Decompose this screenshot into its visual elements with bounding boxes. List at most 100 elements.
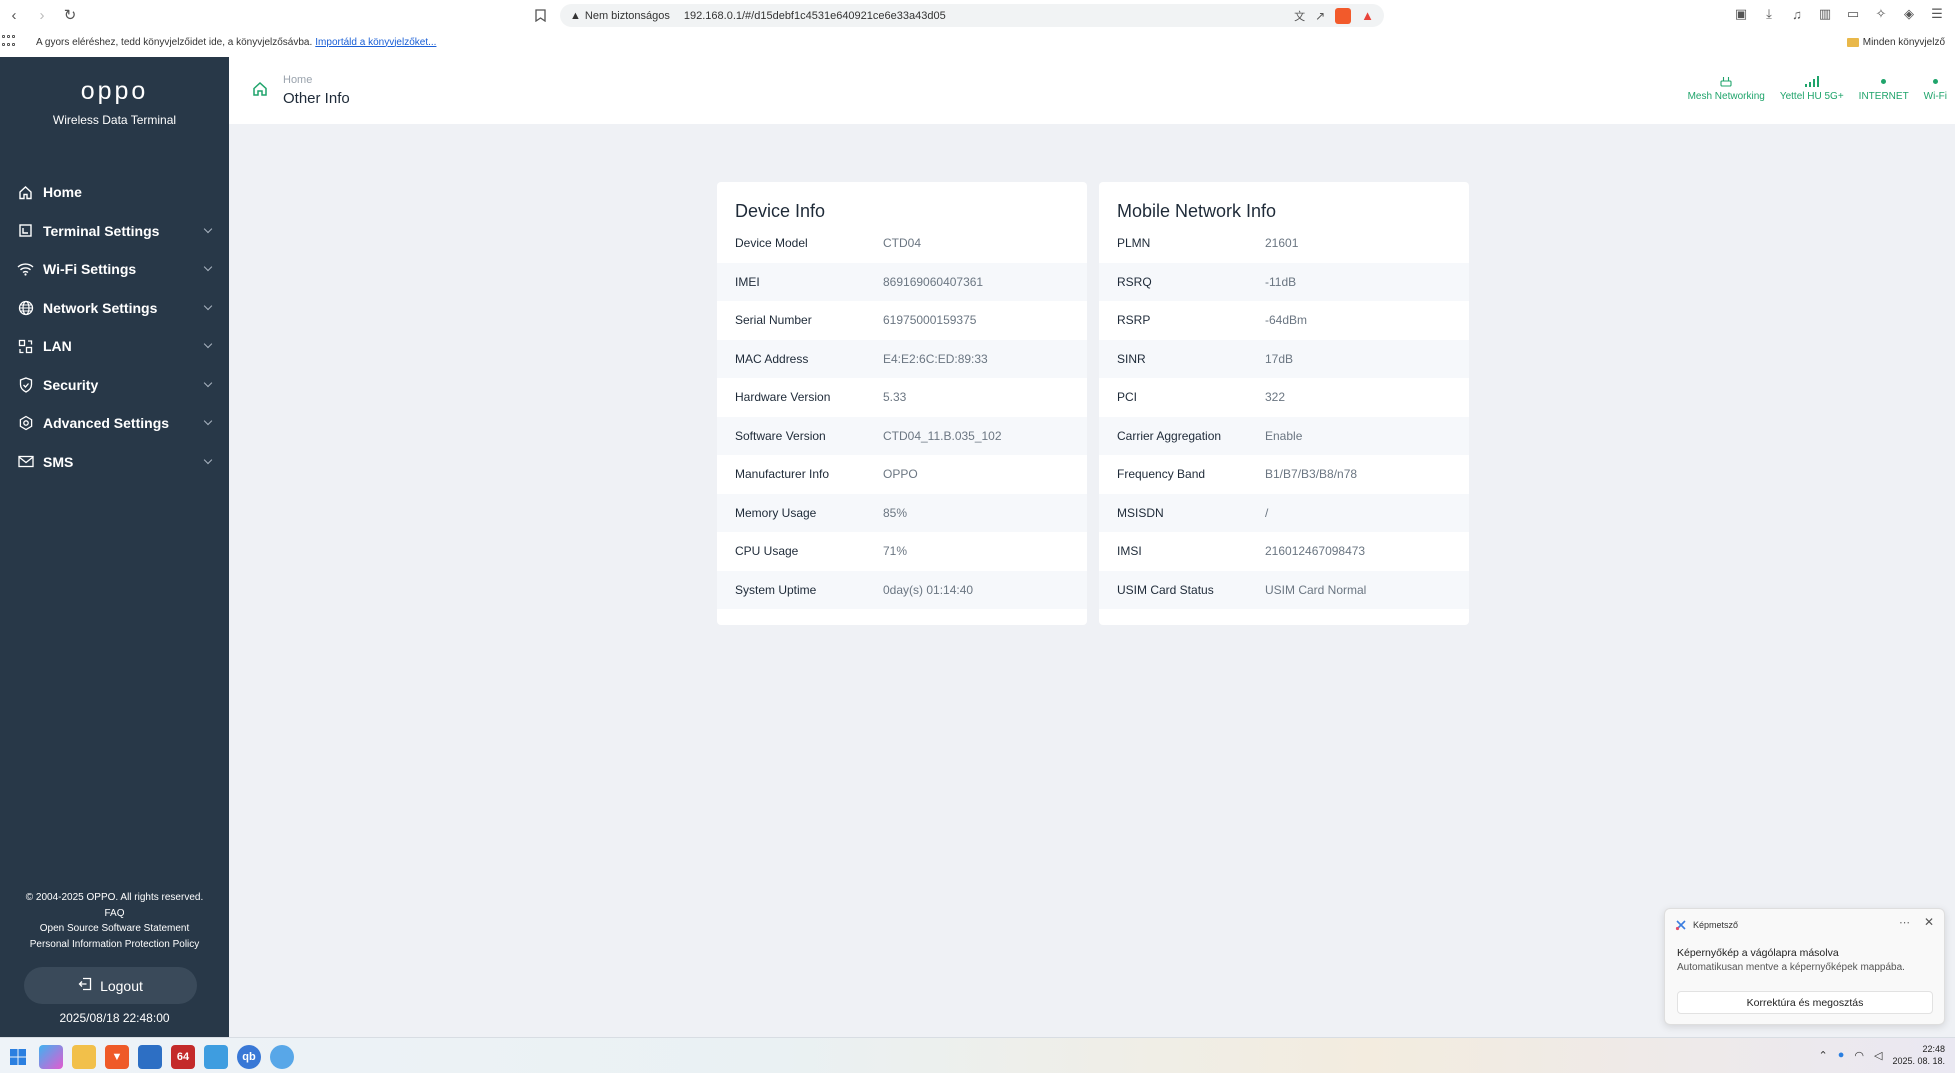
info-row: Frequency Band B1/B7/B3/B8/n78 [1099,455,1469,494]
info-key: Device Model [735,236,808,251]
dot-icon [1881,73,1887,87]
status-wifi[interactable]: Wi-Fi [1924,73,1947,102]
chevron-down-icon [203,224,213,233]
info-value: 21601 [1265,236,1299,251]
forward-icon[interactable]: › [28,1,56,29]
address-bar[interactable]: ▲ Nem biztonságos 192.168.0.1/#/d15debf1… [560,4,1384,27]
status-mesh[interactable]: Mesh Networking [1688,73,1765,102]
wallet-icon[interactable]: ▭ [1845,6,1861,22]
info-key: SINR [1117,351,1146,366]
aida64-icon[interactable]: 64 [171,1045,195,1069]
info-row: Serial Number 61975000159375 [717,301,1087,340]
back-icon[interactable]: ‹ [0,1,28,29]
leo-icon[interactable]: ✧ [1873,6,1889,22]
sidebar-footer: © 2004-2025 OPPO. All rights reserved. F… [0,890,229,952]
brave-browser-icon[interactable]: ▼ [105,1045,129,1069]
bookmarks-hint: A gyors eléréshez, tedd könyvjelzőidet i… [36,36,313,48]
close-icon[interactable]: ✕ [1924,915,1934,929]
taskbar-apps: ▼ 64 qb [6,1045,294,1069]
qbittorrent-icon[interactable]: qb [237,1045,261,1069]
privacy-policy-link[interactable]: Personal Information Protection Policy [0,937,229,953]
info-value: E4:E2:6C:ED:89:33 [883,351,988,366]
info-row: CPU Usage 71% [717,532,1087,571]
tabs-icon[interactable]: ▣ [1733,6,1749,22]
page-title: Other Info [283,90,350,107]
copyright-text: © 2004-2025 OPPO. All rights reserved. [25,892,204,903]
shield-icon [17,376,34,393]
system-tray: ⌃ ● ◠ ◁ 22:48 2025. 08. 18. [1819,1043,1955,1067]
snipping-app-icon[interactable] [270,1045,294,1069]
all-bookmarks-label: Minden könyvjelző [1862,36,1945,48]
sidebar-item-label: SMS [43,453,74,470]
info-value: 869169060407361 [883,274,984,289]
chevron-down-icon [203,378,213,387]
notepad-icon[interactable] [204,1045,228,1069]
status-internet[interactable]: INTERNET [1859,73,1909,102]
media-icon[interactable]: ♫ [1789,6,1805,22]
import-bookmarks-link[interactable]: Importáld a könyvjelzőket... [315,37,436,48]
sidebar-item-terminal-settings[interactable]: Terminal Settings [0,212,229,251]
status-carrier[interactable]: Yettel HU 5G+ [1780,73,1844,102]
info-row: PCI 322 [1099,378,1469,417]
mail-icon [17,453,34,470]
taskbar-clock[interactable]: 22:48 2025. 08. 18. [1892,1043,1945,1067]
sidebar-item-label: Terminal Settings [43,222,160,239]
info-key: IMEI [735,274,760,289]
network-globe-icon[interactable]: ● [1838,1049,1845,1061]
info-row: Memory Usage 85% [717,493,1087,532]
logout-button[interactable]: Logout [24,967,197,1004]
bookmark-icon[interactable] [530,6,550,26]
toast-app: Képmetsző [1675,919,1738,931]
browser-chrome: ‹ › ↻ ▲ Nem biztonságos 192.168.0.1/#/d1… [0,0,1955,57]
toast-app-name: Képmetsző [1693,920,1739,930]
info-key: Serial Number [735,313,812,328]
more-options-icon[interactable]: ⋯ [1899,916,1910,929]
apps-icon[interactable] [2,35,16,49]
info-row: PLMN 21601 [1099,224,1469,263]
file-explorer-icon[interactable] [72,1045,96,1069]
info-row: USIM Card Status USIM Card Normal [1099,570,1469,609]
store-icon[interactable] [138,1045,162,1069]
info-value: 17dB [1265,351,1294,366]
vpn-icon[interactable]: ◈ [1901,6,1917,22]
sidebar-item-sms[interactable]: SMS [0,443,229,482]
status-label: INTERNET [1858,91,1909,102]
info-value: -11dB [1265,274,1297,289]
sidebar: oppo Wireless Data Terminal Home Termina… [0,57,229,1037]
translate-icon[interactable]: 文 [1294,8,1305,24]
download-icon[interactable]: ⤓ [1761,6,1777,22]
toast-title: Képernyőkép a vágólapra másolva [1677,947,1839,959]
volume-icon[interactable]: ◁ [1874,1049,1882,1062]
copilot-icon[interactable] [39,1045,63,1069]
windows-start-icon[interactable] [6,1045,30,1069]
device-info-card: Device Info Device Model CTD04 IMEI 869169… [717,182,1087,625]
menu-icon[interactable]: ☰ [1929,6,1945,22]
sidebar-item-home[interactable]: Home [0,173,229,212]
sidebar-item-security[interactable]: Security [0,366,229,405]
all-bookmarks-button[interactable]: Minden könyvjelző [1846,36,1945,48]
info-row: RSRP -64dBm [1099,301,1469,340]
home-icon[interactable] [252,81,268,97]
brave-rewards-icon[interactable]: ▲ [1361,8,1374,23]
chevron-up-icon[interactable]: ⌃ [1819,1049,1828,1062]
reload-icon[interactable]: ↻ [56,1,84,29]
sidebar-icon[interactable]: ▥ [1817,6,1833,22]
home-icon [17,184,34,201]
sidebar-item-wifi-settings[interactable]: Wi-Fi Settings [0,250,229,289]
sidebar-item-advanced-settings[interactable]: Advanced Settings [0,404,229,443]
oss-statement-link[interactable]: Open Source Software Statement [0,921,229,937]
sidebar-item-lan[interactable]: LAN [0,327,229,366]
card-title: Device Info [735,201,826,221]
brave-shield-icon[interactable] [1335,7,1352,24]
info-row: RSRQ -11dB [1099,262,1469,301]
markup-share-button[interactable]: Korrektúra és megosztás [1677,991,1933,1014]
faq-link[interactable]: FAQ [0,906,229,922]
info-value: 5.33 [883,390,907,405]
share-icon[interactable]: ↗ [1315,9,1325,23]
chevron-down-icon [203,416,213,426]
breadcrumb[interactable]: Home [283,74,312,86]
info-key: IMSI [1117,544,1142,559]
snipping-tool-icon [1675,919,1687,931]
wifi-tray-icon[interactable]: ◠ [1854,1049,1864,1062]
sidebar-item-network-settings[interactable]: Network Settings [0,289,229,328]
